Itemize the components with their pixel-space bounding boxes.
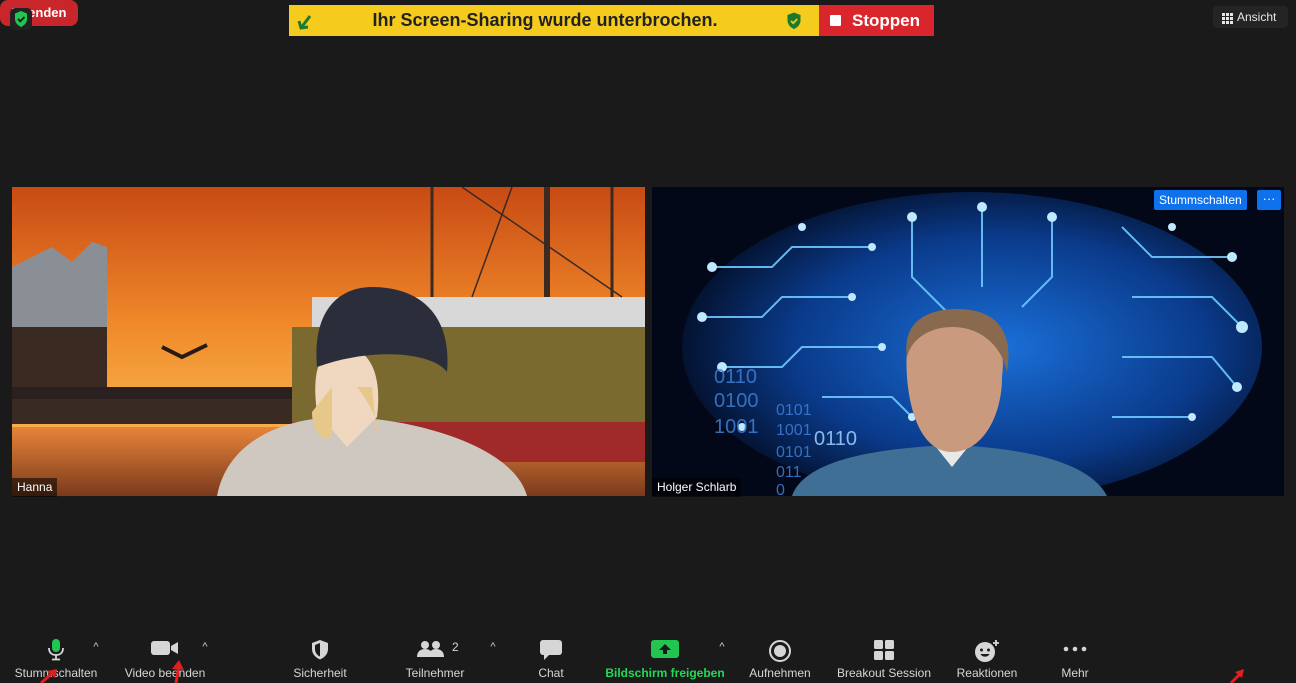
security-button[interactable]: Sicherheit xyxy=(283,634,357,683)
binary-text: 0100 xyxy=(714,390,759,412)
stop-video-label: Video beenden xyxy=(124,666,206,680)
more-label: Mehr xyxy=(1061,666,1089,680)
participant-more-button[interactable]: ··· xyxy=(1257,190,1281,210)
video-tile-holger[interactable]: 0110 0100 1001 0101 1001 0110 0101 011 0 xyxy=(652,187,1284,496)
video-tile-hanna[interactable] xyxy=(12,187,645,496)
stop-sharing-label: Stoppen xyxy=(852,11,920,30)
share-screen-label: Bildschirm freigeben xyxy=(605,666,725,680)
participant-name-hanna: Hanna xyxy=(12,478,58,497)
chat-label: Chat xyxy=(538,666,564,680)
more-dots-icon xyxy=(1063,646,1087,652)
reactions-button[interactable]: Reaktionen xyxy=(950,634,1024,683)
breakout-icon xyxy=(874,640,894,660)
participants-button[interactable]: 2 Teilnehmer xyxy=(394,634,476,683)
participant-count: 2 xyxy=(452,640,459,654)
binary-text: 1001 xyxy=(714,416,759,438)
record-label: Aufnehmen xyxy=(749,666,811,680)
breakout-session-button[interactable]: Breakout Session xyxy=(830,634,938,683)
record-icon xyxy=(769,640,791,662)
shield-icon xyxy=(784,11,804,31)
grid-icon xyxy=(1222,11,1233,24)
annotation-arrow-icon xyxy=(1229,669,1244,683)
participant-name-holger: Holger Schlarb xyxy=(652,478,742,497)
video-camera-icon xyxy=(151,641,178,655)
more-button[interactable]: Mehr xyxy=(1050,634,1100,683)
chat-icon xyxy=(540,640,562,660)
chat-button[interactable]: Chat xyxy=(526,634,576,683)
annotation-arrow-icon xyxy=(40,669,57,683)
share-arrow-icon xyxy=(295,10,317,32)
reactions-label: Reaktionen xyxy=(956,666,1018,680)
binary-text: 0110 xyxy=(814,428,857,450)
breakout-session-label: Breakout Session xyxy=(836,666,932,680)
share-screen-button[interactable]: Bildschirm freigeben xyxy=(600,634,730,683)
record-button[interactable]: Aufnehmen xyxy=(742,634,818,683)
security-label: Sicherheit xyxy=(293,666,347,680)
binary-text: 1001 xyxy=(776,422,812,439)
audio-options-caret[interactable]: ^ xyxy=(89,640,103,654)
screen-sharing-status-text: Ihr Screen-Sharing wurde unterbrochen. xyxy=(372,10,718,30)
binary-text: 0110 xyxy=(714,366,757,388)
binary-text: 0101 xyxy=(776,444,812,461)
microphone-icon xyxy=(48,639,64,661)
shield-icon xyxy=(312,640,328,660)
stop-icon xyxy=(830,15,841,26)
view-button-label: Ansicht xyxy=(1237,10,1277,24)
binary-text: 0 xyxy=(776,482,785,496)
participants-options-caret[interactable]: ^ xyxy=(486,640,500,654)
reaction-icon xyxy=(975,640,999,662)
participants-label: Teilnehmer xyxy=(405,666,465,680)
share-options-caret[interactable]: ^ xyxy=(715,640,729,654)
share-screen-icon xyxy=(651,640,679,658)
video-options-caret[interactable]: ^ xyxy=(198,640,212,654)
binary-text: 0101 xyxy=(776,402,812,419)
encryption-shield-icon[interactable] xyxy=(10,8,32,30)
mute-participant-button[interactable]: Stummschalten xyxy=(1154,190,1247,210)
binary-text: 011 xyxy=(776,464,802,481)
participants-icon xyxy=(417,641,444,657)
annotation-arrow-icon xyxy=(172,660,184,683)
